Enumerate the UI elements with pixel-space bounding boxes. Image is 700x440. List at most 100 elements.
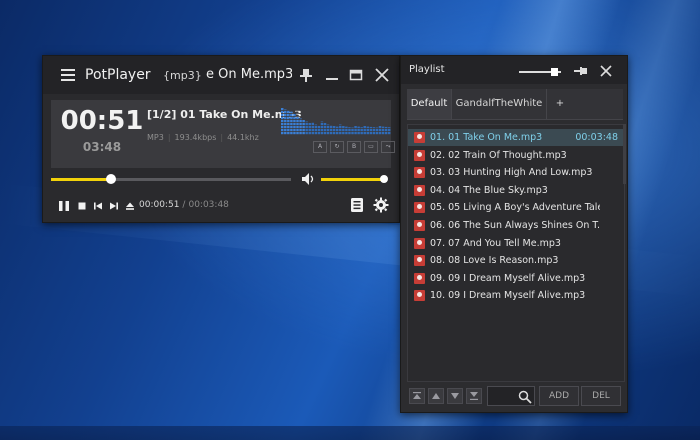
search-input[interactable]	[487, 386, 535, 406]
time-separator: /	[182, 200, 186, 210]
add-button[interactable]: ADD	[539, 386, 579, 406]
add-tab-button[interactable]: +	[547, 89, 573, 119]
playback-controls: 00:00:51/00:03:48	[43, 194, 399, 220]
maximize-icon[interactable]	[347, 66, 365, 84]
playlist-item[interactable]: 06. 06 The Sun Always Shines On T.V....	[408, 217, 624, 234]
player-titlebar[interactable]: PotPlayer {mp3} e On Me.mp3	[43, 56, 399, 94]
move-top-icon[interactable]	[409, 388, 425, 404]
eject-icon[interactable]	[123, 198, 137, 212]
desktop-bottom-edge	[0, 426, 700, 440]
playlist-item[interactable]: 09. 09 I Dream Myself Alive.mp3	[408, 270, 624, 287]
playlist-window: Playlist Default GandalfTheWhite + 01. 0…	[400, 55, 628, 413]
delete-button[interactable]: DEL	[581, 386, 621, 406]
volume-slider[interactable]	[321, 172, 388, 186]
playlist-titlebar[interactable]: Playlist	[401, 56, 627, 84]
spectrum-bar	[323, 123, 327, 135]
audio-file-icon	[414, 132, 425, 143]
playlist-item-name: 05. 05 Living A Boy's Adventure Tale.m..…	[430, 202, 600, 214]
seek-handle[interactable]	[106, 174, 116, 184]
spectrum-gridline	[281, 116, 391, 117]
playlist-item-name: 08. 08 Love Is Reason.mp3	[430, 255, 559, 267]
audio-file-icon	[414, 202, 425, 214]
pause-icon[interactable]	[57, 198, 71, 212]
codec-label: MP3	[147, 133, 164, 142]
playlist-item-name: 09. 09 I Dream Myself Alive.mp3	[430, 272, 586, 284]
playlist-scrollbar[interactable]	[623, 124, 626, 184]
playlist-item-name: 04. 04 The Blue Sky.mp3	[430, 184, 548, 196]
move-bottom-icon[interactable]	[466, 388, 482, 404]
spectrum-gridline	[281, 128, 391, 129]
hamburger-icon[interactable]	[61, 69, 75, 81]
playlist-icon[interactable]	[349, 197, 365, 213]
playlist-item[interactable]: 08. 08 Love Is Reason.mp3	[408, 252, 624, 269]
spectrum-gridline	[281, 107, 391, 108]
spectrum-bar	[326, 124, 330, 135]
next-icon[interactable]	[107, 198, 121, 212]
player-window: PotPlayer {mp3} e On Me.mp3 00:51 03:48 …	[42, 55, 400, 223]
volume-level	[321, 178, 384, 181]
search-icon[interactable]	[518, 389, 532, 404]
playlist-items: 01. 01 Take On Me.mp3 00:03:48 02. 02 Trai…	[407, 124, 625, 382]
tab-gandalfthewhite[interactable]: GandalfTheWhite	[452, 89, 547, 119]
playlist-item[interactable]: 07. 07 And You Tell Me.mp3	[408, 235, 624, 252]
spectrum-bar	[332, 126, 336, 135]
pin-icon[interactable]	[297, 66, 315, 84]
visualizer-mode-button[interactable]: A	[313, 141, 327, 153]
gear-icon[interactable]	[373, 197, 389, 213]
move-up-icon[interactable]	[428, 388, 444, 404]
playlist-item-name: 06. 06 The Sun Always Shines On T.V....	[430, 220, 600, 231]
close-icon[interactable]	[373, 66, 391, 84]
playlist-item-name: 07. 07 And You Tell Me.mp3	[430, 237, 561, 249]
audio-file-icon	[414, 272, 425, 284]
spectrum-gridline	[281, 131, 391, 132]
opacity-slider[interactable]	[519, 68, 561, 76]
format-tag: {mp3}	[163, 69, 202, 82]
audio-file-icon	[414, 149, 425, 161]
window-track-title: e On Me.mp3	[206, 67, 292, 82]
spectrum-bar	[381, 126, 385, 135]
audio-file-icon	[414, 255, 425, 267]
playlist-item-name: 10. 09 I Dream Myself Alive.mp3	[430, 290, 586, 302]
opacity-handle[interactable]	[551, 68, 558, 76]
minimize-icon[interactable]	[323, 66, 341, 84]
track-metadata: MP3 | 193.4kbps | 44.1khz	[147, 133, 263, 142]
visualizer-buttons: A ↻ B ▭ ⤳	[313, 141, 398, 155]
playlist-item-duration: 00:03:48	[575, 132, 618, 143]
playlist-item[interactable]: 10. 09 I Dream Myself Alive.mp3	[408, 287, 624, 304]
seek-progress	[51, 178, 111, 181]
speaker-icon[interactable]	[301, 171, 317, 185]
elapsed-time: 00:00:51	[139, 200, 180, 210]
spectrum-gridline	[281, 122, 391, 123]
spectrum-gridline	[281, 113, 391, 114]
playlist-item[interactable]: 05. 05 Living A Boy's Adventure Tale.m..…	[408, 199, 624, 216]
spectrum-bar	[345, 126, 348, 135]
spectrum-bar	[357, 126, 360, 135]
tab-default[interactable]: Default	[407, 89, 452, 119]
playlist-item[interactable]: 03. 03 Hunting High And Low.mp3	[408, 164, 624, 181]
playlist-item[interactable]: 04. 04 The Blue Sky.mp3	[408, 182, 624, 199]
playlist-title: Playlist	[409, 64, 445, 75]
visualizer-mode-button[interactable]: ↻	[330, 141, 344, 153]
playlist-toolbar: ADD DEL	[407, 386, 623, 406]
visualizer-mode-button[interactable]: ▭	[364, 141, 378, 153]
spectrum-bar	[366, 126, 370, 135]
seek-bar[interactable]	[51, 172, 291, 186]
stop-icon[interactable]	[75, 198, 89, 212]
pin-icon[interactable]	[573, 63, 589, 77]
playlist-item[interactable]: 02. 02 Train Of Thought.mp3	[408, 147, 624, 164]
close-icon[interactable]	[599, 63, 613, 77]
playlist-item[interactable]: 01. 01 Take On Me.mp3 00:03:48	[408, 129, 624, 146]
spectrum-bar	[339, 124, 342, 135]
visualizer-mode-button[interactable]: B	[347, 141, 361, 153]
move-down-icon[interactable]	[447, 388, 463, 404]
visualizer-mode-button[interactable]: ⤳	[381, 141, 395, 153]
audio-file-icon	[414, 167, 425, 179]
volume-handle[interactable]	[379, 175, 388, 183]
meta-separator: |	[167, 133, 171, 142]
previous-icon[interactable]	[91, 198, 105, 212]
audio-file-icon	[414, 237, 425, 249]
spectrum-bar	[378, 126, 382, 135]
total-time: 03:48	[82, 140, 122, 154]
spectrum-visualizer	[281, 107, 391, 135]
now-playing-panel: 00:51 03:48 [1/2] 01 Take On Me.mp3 MP3 |…	[51, 100, 395, 168]
